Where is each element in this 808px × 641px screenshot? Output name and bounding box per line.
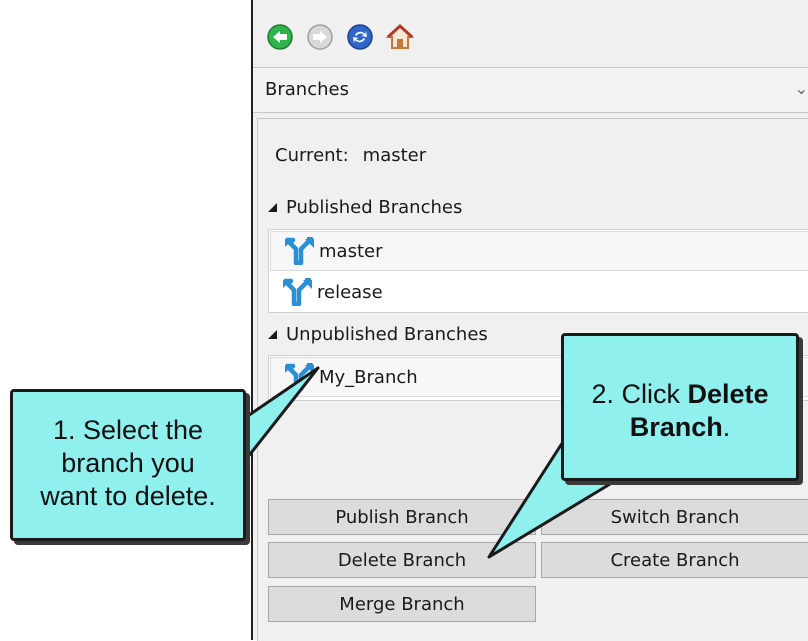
callout1-line2: branch you	[61, 448, 195, 478]
back-icon[interactable]	[265, 22, 295, 52]
callout2-prefix: 2. Click	[591, 379, 680, 409]
delete-branch-button[interactable]: Delete Branch	[268, 542, 536, 578]
published-branch-list: master release	[268, 229, 808, 313]
callout1-line1: 1. Select the	[52, 415, 204, 445]
unpublished-group-label[interactable]: Unpublished Branches	[268, 324, 488, 345]
branch-name: My_Branch	[319, 366, 418, 388]
switch-branch-button[interactable]: Switch Branch	[541, 499, 808, 535]
merge-branch-button[interactable]: Merge Branch	[268, 586, 536, 622]
section-header[interactable]: Branches ⌄	[253, 67, 808, 113]
branches-panel: Branches ⌄ Current: master Published Bran…	[251, 0, 808, 641]
chevron-down-icon[interactable]: ⌄	[795, 79, 808, 98]
current-label: Current:	[275, 145, 349, 166]
branch-name: master	[319, 240, 383, 262]
published-label-text: Published Branches	[286, 197, 463, 218]
refresh-icon[interactable]	[345, 22, 375, 52]
callout2-bold2: Branch	[629, 412, 723, 442]
create-branch-button[interactable]: Create Branch	[541, 542, 808, 578]
section-title: Branches	[265, 79, 349, 100]
callout-click-delete: 2. Click Delete Branch.	[561, 333, 799, 481]
forward-icon[interactable]	[305, 22, 335, 52]
current-value: master	[362, 145, 427, 166]
published-group-label[interactable]: Published Branches	[268, 197, 463, 218]
home-icon[interactable]	[385, 22, 415, 52]
collapse-triangle-icon[interactable]	[268, 330, 277, 339]
callout2-suffix: .	[722, 412, 731, 442]
collapse-triangle-icon[interactable]	[268, 203, 277, 212]
unpublished-label-text: Unpublished Branches	[286, 324, 488, 345]
callout2-bold1: Delete	[687, 379, 769, 409]
publish-branch-button[interactable]: Publish Branch	[268, 499, 536, 535]
branch-icon	[285, 237, 314, 265]
toolbar	[265, 20, 415, 54]
branch-icon	[285, 363, 314, 391]
callout-select-branch: 1. Select the branch you want to delete.	[10, 389, 246, 541]
current-branch: Current: master	[275, 145, 426, 166]
branch-name: release	[317, 281, 383, 303]
list-item[interactable]: master	[270, 231, 808, 271]
callout1-line3: want to delete.	[40, 481, 216, 511]
branch-icon	[283, 278, 312, 306]
list-item[interactable]: release	[269, 272, 808, 312]
